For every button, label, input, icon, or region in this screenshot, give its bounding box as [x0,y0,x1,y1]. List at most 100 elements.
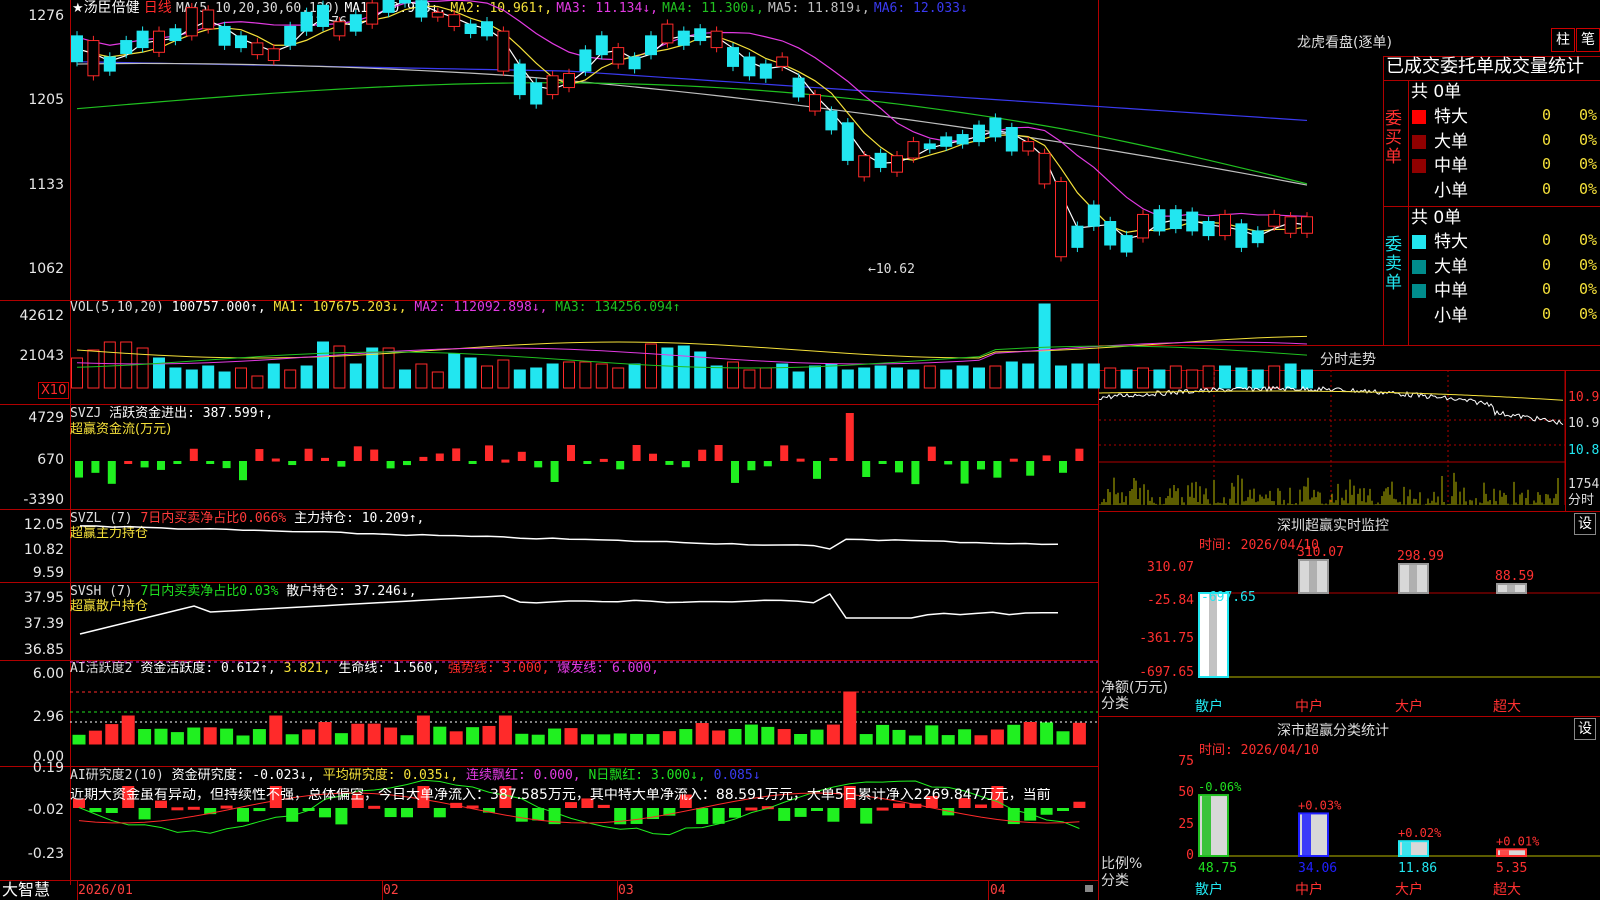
candle-body [382,0,395,13]
flow-bar [1042,455,1051,461]
flow-bar [878,461,887,464]
volume-panel[interactable]: VOL(5,10,20) 100757.000↑, MA1: 107675.20… [0,300,1313,404]
candle-body [202,9,215,30]
volume-bar [841,369,854,389]
sz-class-bar-fill [1302,814,1311,855]
date-ticks-lines [77,880,1093,900]
longhu-panel[interactable]: 龙虎看盘(逐单) 柱 笔 已成交委托单成交量统计 委买单 委卖单 共 0单 共 … [1099,0,1600,345]
candle-body [349,14,362,32]
sell-total: 共 0单 [1411,208,1462,228]
candle-body [415,0,428,18]
sz-monitor-bar-label: 310.07 [1297,545,1344,560]
candle-body [1005,127,1018,152]
kline-panel[interactable]: ★汤臣倍健 日线 MA(5,10,20,30,60,120) MA1: 10.9… [0,0,1313,300]
flow-bar [271,458,280,462]
svsh-panel[interactable]: SVSH (7) 7日内买卖净占比0.03% 散户持仓: 37.246↓, 超赢… [0,582,1098,660]
flow-bar [632,445,641,461]
volume-bar [710,365,723,389]
volume-bar [874,365,887,389]
volume-bar [1005,361,1018,389]
buy-row-swatch [1412,110,1426,124]
ai2-note: 近期大资金虽有异动，但持续性不强，总体偏空，今日大单净流入：387.585万元，… [70,788,1051,803]
ai-activity-bars [70,661,1098,745]
activity-bar [334,733,348,745]
volume-bar [546,363,559,389]
activity-bar [679,729,693,745]
buy-row-pct: 0% [1579,106,1598,124]
sell-row-label: 小单 [1434,305,1468,326]
activity-bar [597,734,611,745]
buy-row-label: 中单 [1434,156,1468,176]
volume-bar [891,367,903,389]
sell-row-value: 0 [1542,304,1552,323]
volume-bar [612,367,625,389]
svzl-line [79,525,1059,550]
volume-bar [169,367,182,389]
svzl-panel[interactable]: SVZL (7) 7日内买卖净占比0.066% 主力持仓: 10.209↑, 超… [0,509,1098,582]
candle-body [923,143,936,150]
volume-bar [87,349,100,389]
flow-bar [386,461,395,469]
sz-monitor-panel[interactable]: 深圳超赢实时监控 设 时间: 2026/04/10 310.07 -25.84 … [1099,511,1600,716]
candle-body [759,63,772,79]
intraday-chart[interactable] [1098,345,1600,511]
flow-bar [452,448,461,461]
tick-mode-button[interactable]: 笔 [1576,28,1600,52]
volume-bar [628,363,641,389]
svzj-panel[interactable]: SVZJ 活跃资金进出: 387.599↑, 超赢资金流(万元) 4729 67… [0,404,1098,509]
volume-bar [431,371,444,389]
research-bar [253,808,266,812]
date-axis: 大智慧 2026/01 02 03 04 [0,880,1098,900]
volume-bar [989,365,1002,389]
sz-class-panel[interactable]: 深市超赢分类统计 设 时间: 2026/04/10 75 50 25 0 比例%… [1099,716,1600,900]
volume-bar [317,341,329,389]
activity-bar [285,734,299,745]
volume-bar [858,367,871,389]
volume-bar [923,365,936,389]
sell-row-label: 特大 [1434,232,1468,252]
activity-bar [384,727,398,745]
flow-bar [616,461,625,470]
activity-bar [548,728,562,745]
flow-bar [1009,458,1018,462]
volume-bar [300,365,313,389]
research-bar [187,806,200,810]
volume-bar [251,375,264,389]
volume-bar [579,361,592,389]
activity-bar [1056,731,1070,745]
activity-bar [531,734,545,745]
candle-body [103,56,116,72]
intraday-panel[interactable]: 分时走势 10.99 10.91 10.83 1754 分时 [1098,345,1600,511]
candlestick-chart[interactable] [0,0,1313,300]
candle-body [497,30,510,72]
flow-bar [419,456,428,461]
bar-mode-button[interactable]: 柱 [1551,28,1575,52]
research-bar [696,808,709,825]
candle-body [563,72,575,89]
research-bar [745,807,758,811]
sz-class-bar-top: -0.06% [1198,780,1242,794]
flow-bar [1026,461,1035,476]
volume-bar [1071,363,1084,389]
ai-research-panel[interactable]: AI研究度2(10) 资金研究度: -0.023↓, 平均研究度: 0.035↓… [0,760,1098,880]
ai-activity-panel[interactable]: AI活跃度2 资金活跃度: 0.612↑, 3.821, 生命线: 1.560,… [0,660,1098,766]
activity-bar [416,715,430,745]
research-bar [597,804,610,808]
candle-body [218,25,231,46]
sz-class-bar-fill [1202,796,1211,855]
flow-bar [435,453,444,461]
candle-body [546,75,559,96]
sell-row-value: 0 [1542,255,1552,274]
flow-bar [140,461,149,468]
candle-body [743,56,756,77]
flow-bar [763,461,772,467]
research-bar [138,808,151,820]
sz-class-category: 超大 [1493,882,1521,898]
sell-row-pct: 0% [1579,255,1598,274]
flow-bar [222,461,231,469]
research-bar [384,808,397,818]
research-bar [975,804,987,808]
volume-bar [235,367,247,389]
activity-bar [187,727,201,745]
buy-row-pct: 0% [1579,179,1598,198]
